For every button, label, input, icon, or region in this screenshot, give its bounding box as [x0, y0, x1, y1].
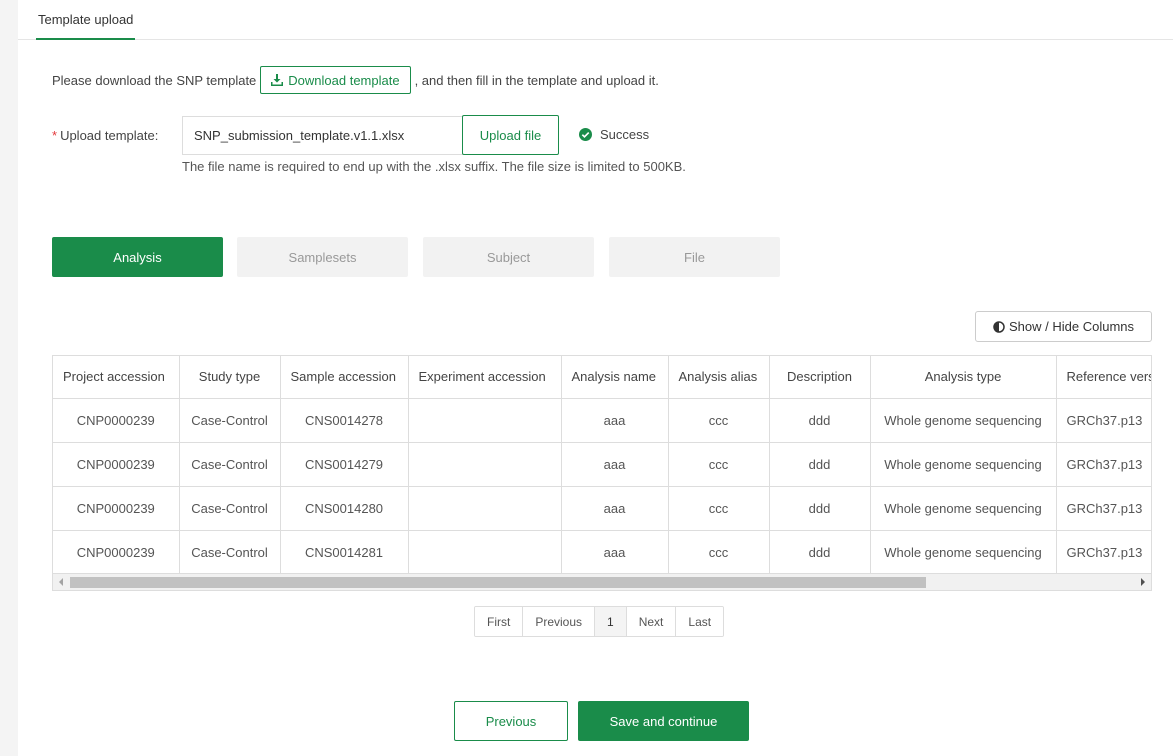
table-cell	[408, 530, 562, 575]
table-cell: ddd	[769, 530, 871, 575]
tab-template-upload[interactable]: Template upload	[36, 12, 136, 40]
table-cell: CNP0000239	[53, 486, 180, 531]
table-cell: Case-Control	[179, 486, 281, 531]
table-header-row: Project accession Study type Sample acce…	[53, 356, 1151, 399]
upload-hint: The file name is required to end up with…	[182, 159, 686, 174]
table-cell	[408, 442, 562, 487]
previous-button[interactable]: Previous	[454, 701, 568, 741]
column-header[interactable]: Sample accession	[280, 356, 409, 399]
scroll-left-arrow-icon[interactable]	[59, 578, 63, 586]
download-icon	[271, 74, 284, 86]
table-cell: Case-Control	[179, 442, 281, 487]
table-cell: Case-Control	[179, 530, 281, 575]
table-cell: CNS0014280	[280, 486, 409, 531]
scroll-right-arrow-icon[interactable]	[1141, 578, 1145, 586]
table-cell: Whole genome sequencing	[870, 486, 1057, 531]
table-cell: CNS0014279	[280, 442, 409, 487]
table-cell: ddd	[769, 486, 871, 531]
table-cell: ccc	[668, 530, 770, 575]
instruction-before: Please download the SNP template	[52, 72, 257, 88]
table-cell: Whole genome sequencing	[870, 442, 1057, 487]
table-cell: CNP0000239	[53, 442, 180, 487]
table-row: CNP0000239 Case-Control CNS0014280 aaa c…	[53, 486, 1151, 531]
pager-next-button[interactable]: Next	[626, 607, 677, 636]
required-mark: *	[52, 128, 58, 143]
horizontal-scrollbar[interactable]	[53, 573, 1151, 590]
show-hide-columns-label: Show / Hide Columns	[1009, 319, 1134, 334]
show-hide-columns-button[interactable]: Show / Hide Columns	[975, 311, 1152, 342]
upload-file-name-field[interactable]: SNP_submission_template.v1.1.xlsx	[182, 116, 464, 155]
upload-status: Success	[579, 127, 649, 142]
column-header[interactable]: Analysis alias	[668, 356, 770, 399]
subtab-analysis[interactable]: Analysis	[52, 237, 223, 277]
table-cell: aaa	[561, 442, 669, 487]
table-cell: GRCh37.p13	[1056, 486, 1151, 531]
table-row: CNP0000239 Case-Control CNS0014281 aaa c…	[53, 530, 1151, 575]
template-upload-panel: Template upload Please download the SNP …	[18, 0, 1173, 756]
table-cell: ddd	[769, 398, 871, 443]
table-cell: ccc	[668, 398, 770, 443]
subtab-subject[interactable]: Subject	[423, 237, 594, 277]
table-row: CNP0000239 Case-Control CNS0014279 aaa c…	[53, 442, 1151, 487]
table-cell: aaa	[561, 486, 669, 531]
pager-last-button[interactable]: Last	[676, 607, 724, 636]
column-header[interactable]: Analysis name	[561, 356, 669, 399]
instruction-after: , and then fill in the template and uplo…	[414, 72, 659, 88]
table-cell: CNP0000239	[53, 398, 180, 443]
table-cell: CNP0000239	[53, 530, 180, 575]
column-header[interactable]: Project accession	[53, 356, 180, 399]
table-cell: Case-Control	[179, 398, 281, 443]
instruction-line: Please download the SNP template Downloa…	[52, 66, 659, 94]
tab-bar: Template upload	[18, 0, 1173, 40]
scrollbar-thumb[interactable]	[70, 577, 926, 588]
subtab-file[interactable]: File	[609, 237, 780, 277]
table-cell: aaa	[561, 398, 669, 443]
column-header[interactable]: Description	[769, 356, 871, 399]
table-cell	[408, 486, 562, 531]
upload-template-label: * Upload template:	[52, 128, 158, 143]
table-cell: Whole genome sequencing	[870, 398, 1057, 443]
table-cell: aaa	[561, 530, 669, 575]
column-header[interactable]: Reference version	[1056, 356, 1151, 399]
column-header[interactable]: Analysis type	[870, 356, 1057, 399]
column-header[interactable]: Experiment accession	[408, 356, 562, 399]
subtab-samplesets[interactable]: Samplesets	[237, 237, 408, 277]
upload-file-button[interactable]: Upload file	[462, 115, 559, 155]
table-cell	[408, 398, 562, 443]
table-cell: CNS0014281	[280, 530, 409, 575]
half-circle-icon	[993, 320, 1005, 333]
table-cell: GRCh37.p13	[1056, 442, 1151, 487]
download-template-button[interactable]: Download template	[260, 66, 411, 94]
table-row: CNP0000239 Case-Control CNS0014278 aaa c…	[53, 398, 1151, 443]
download-template-label: Download template	[288, 72, 400, 88]
save-and-continue-button[interactable]: Save and continue	[578, 701, 749, 741]
pager-first-button[interactable]: First	[475, 607, 524, 636]
analysis-table: Project accession Study type Sample acce…	[52, 355, 1152, 591]
upload-status-text: Success	[600, 127, 650, 142]
check-circle-icon	[579, 128, 592, 141]
table-cell: Whole genome sequencing	[870, 530, 1057, 575]
table-cell: ddd	[769, 442, 871, 487]
table-cell: ccc	[668, 486, 770, 531]
table-cell: GRCh37.p13	[1056, 398, 1151, 443]
table-cell: ccc	[668, 442, 770, 487]
column-header[interactable]: Study type	[179, 356, 281, 399]
pager-current-page[interactable]: 1	[595, 607, 627, 636]
table-cell: GRCh37.p13	[1056, 530, 1151, 575]
table-cell: CNS0014278	[280, 398, 409, 443]
upload-label-text: Upload template:	[60, 128, 159, 143]
pagination: First Previous 1 Next Last	[474, 606, 725, 637]
pager-previous-button[interactable]: Previous	[523, 607, 596, 636]
